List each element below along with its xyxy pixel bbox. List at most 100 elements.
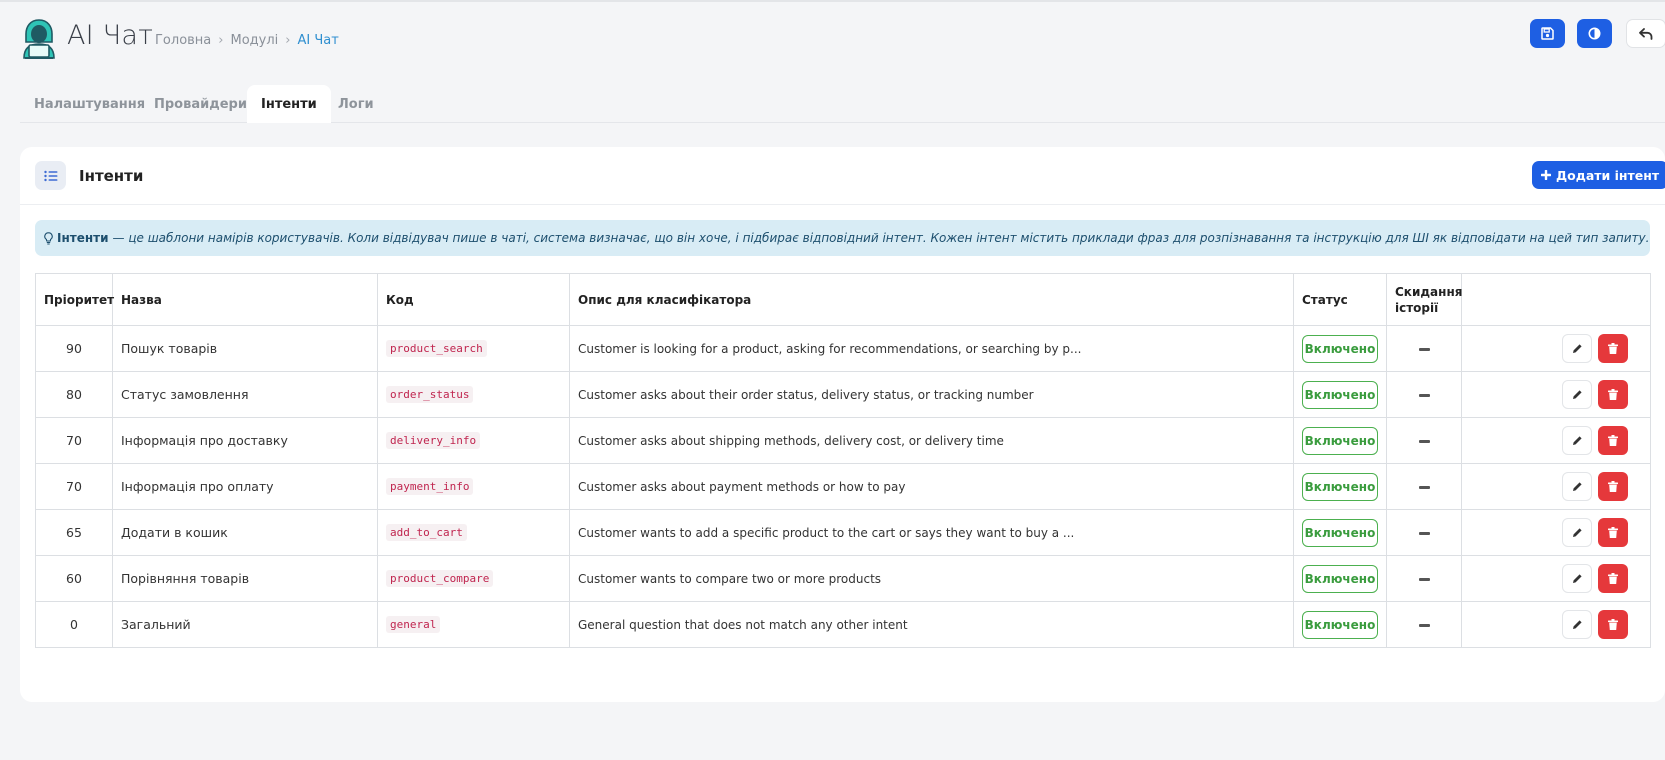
table-row: 65 Додати в кошик add_to_cart Customer w… <box>35 509 1651 556</box>
breadcrumb-modules[interactable]: Модулі <box>230 33 278 48</box>
name-cell: Загальний <box>112 601 378 648</box>
table-row: 0 Загальний general General question tha… <box>35 601 1651 648</box>
theme-toggle-button[interactable] <box>1577 19 1612 48</box>
trash-icon <box>1608 573 1618 584</box>
status-badge[interactable]: Включено <box>1302 564 1378 593</box>
delete-button[interactable] <box>1598 610 1628 639</box>
edit-button[interactable] <box>1562 426 1592 455</box>
dash-icon <box>1418 486 1430 489</box>
code-badge: delivery_info <box>386 432 481 449</box>
actions-cell <box>1461 371 1651 418</box>
tab-providers[interactable]: Провайдери <box>140 85 261 123</box>
pencil-icon <box>1572 620 1582 629</box>
delete-button[interactable] <box>1598 380 1628 409</box>
column-header-status[interactable]: Статус <box>1293 273 1387 326</box>
code-cell: payment_info <box>377 463 570 510</box>
back-button[interactable] <box>1626 19 1665 48</box>
tab-intents[interactable]: Інтенти <box>247 85 331 123</box>
add-intent-button[interactable]: Додати інтент <box>1532 161 1665 189</box>
lightbulb-icon <box>44 231 53 245</box>
list-icon <box>35 161 66 190</box>
add-intent-label: Додати інтент <box>1556 167 1660 183</box>
column-header-reset-history: Скидання історії <box>1386 273 1462 326</box>
dash-icon <box>1418 532 1430 535</box>
trash-icon <box>1608 343 1618 354</box>
column-header-code[interactable]: Код <box>377 273 570 326</box>
edit-button[interactable] <box>1562 380 1592 409</box>
code-badge: product_search <box>386 340 487 357</box>
table-row: 80 Статус замовлення order_status Custom… <box>35 371 1651 418</box>
status-badge[interactable]: Включено <box>1302 426 1378 455</box>
column-header-name[interactable]: Назва <box>112 273 378 326</box>
card-header: Інтенти Додати інтент <box>20 147 1665 205</box>
description-cell: Customer wants to add a specific product… <box>569 509 1294 556</box>
status-cell: Включено <box>1293 555 1387 602</box>
tab-logs[interactable]: Логи <box>324 85 388 123</box>
status-badge[interactable]: Включено <box>1302 518 1378 547</box>
name-cell: Статус замовлення <box>112 371 378 418</box>
priority-cell: 90 <box>35 325 113 372</box>
contrast-icon <box>1588 27 1601 40</box>
plus-icon <box>1541 170 1551 180</box>
edit-button[interactable] <box>1562 334 1592 363</box>
status-cell: Включено <box>1293 417 1387 464</box>
name-cell: Додати в кошик <box>112 509 378 556</box>
column-header-priority[interactable]: Пріоритет <box>35 273 114 326</box>
priority-cell: 0 <box>35 601 113 648</box>
code-cell: product_search <box>377 325 570 372</box>
delete-button[interactable] <box>1598 426 1628 455</box>
dash-icon <box>1418 578 1430 581</box>
edit-button[interactable] <box>1562 472 1592 501</box>
info-text: — це шаблони намірів користувачів. Коли … <box>112 231 1650 245</box>
reset-history-cell <box>1386 555 1462 602</box>
code-badge: general <box>386 616 441 633</box>
code-cell: general <box>377 601 570 648</box>
edit-button[interactable] <box>1562 518 1592 547</box>
code-badge: product_compare <box>386 570 494 587</box>
undo-arrow-icon <box>1639 27 1653 40</box>
tab-settings[interactable]: Налаштування <box>20 85 159 123</box>
actions-cell <box>1461 325 1651 372</box>
breadcrumb-home[interactable]: Головна <box>155 33 211 48</box>
table-row: 70 Інформація про доставку delivery_info… <box>35 417 1651 464</box>
description-cell: Customer asks about their order status, … <box>569 371 1294 418</box>
pencil-icon <box>1572 390 1582 399</box>
dash-icon <box>1418 624 1430 627</box>
save-button[interactable] <box>1530 19 1565 48</box>
edit-button[interactable] <box>1562 564 1592 593</box>
delete-button[interactable] <box>1598 472 1628 501</box>
reset-history-cell <box>1386 325 1462 372</box>
status-badge[interactable]: Включено <box>1302 472 1378 501</box>
name-cell: Пошук товарів <box>112 325 378 372</box>
trash-icon <box>1608 527 1618 538</box>
status-badge[interactable]: Включено <box>1302 334 1378 363</box>
reset-history-cell <box>1386 371 1462 418</box>
dash-icon <box>1418 348 1430 351</box>
reset-history-cell <box>1386 601 1462 648</box>
status-badge[interactable]: Включено <box>1302 610 1378 639</box>
actions-cell <box>1461 601 1651 648</box>
actions-cell <box>1461 463 1651 510</box>
trash-icon <box>1608 619 1618 630</box>
table-row: 60 Порівняння товарів product_compare Cu… <box>35 555 1651 602</box>
edit-button[interactable] <box>1562 610 1592 639</box>
name-cell: Інформація про оплату <box>112 463 378 510</box>
code-cell: add_to_cart <box>377 509 570 556</box>
breadcrumb: Головна › Модулі › AI Чат <box>155 33 339 48</box>
priority-cell: 65 <box>35 509 113 556</box>
code-cell: delivery_info <box>377 417 570 464</box>
actions-cell <box>1461 417 1651 464</box>
delete-button[interactable] <box>1598 334 1628 363</box>
breadcrumb-separator: › <box>218 33 224 48</box>
status-cell: Включено <box>1293 325 1387 372</box>
tab-bar: Налаштування Провайдери Інтенти Логи <box>20 85 1665 123</box>
delete-button[interactable] <box>1598 564 1628 593</box>
code-cell: product_compare <box>377 555 570 602</box>
dash-icon <box>1418 440 1430 443</box>
pencil-icon <box>1572 344 1582 353</box>
table-header-row: Пріоритет Назва Код Опис для класифікато… <box>35 273 1651 326</box>
priority-cell: 80 <box>35 371 113 418</box>
delete-button[interactable] <box>1598 518 1628 547</box>
status-badge[interactable]: Включено <box>1302 380 1378 409</box>
pencil-icon <box>1572 528 1582 537</box>
